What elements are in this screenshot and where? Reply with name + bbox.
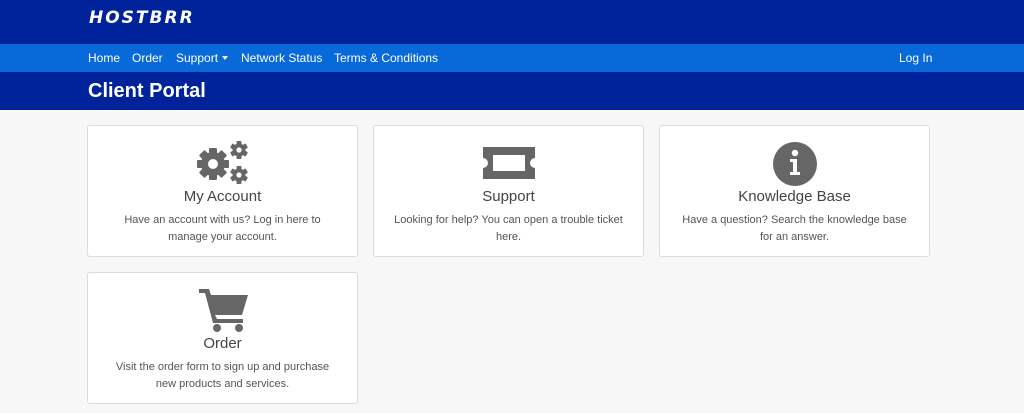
page-title-bar: Client Portal — [0, 72, 1024, 110]
card-description: Have a question? Search the knowledge ba… — [682, 214, 907, 243]
nav-network-status-link[interactable]: Network Status — [241, 51, 322, 65]
shopping-cart-icon — [198, 289, 248, 332]
card-title: Support — [482, 188, 535, 205]
site-logo[interactable]: HOSTBRR — [89, 8, 195, 28]
info-circle-icon — [772, 142, 817, 186]
page-title: Client Portal — [88, 80, 206, 102]
card-description: Visit the order form to sign up and purc… — [115, 361, 330, 390]
main-navbar: Home Order Support Network Status Terms … — [0, 44, 1024, 72]
ticket-icon — [482, 147, 535, 179]
card-title: Order — [203, 335, 242, 352]
card-title: My Account — [183, 188, 262, 205]
card-description: Have an account with us? Log in here to … — [124, 214, 321, 243]
card-title: Knowledge Base — [738, 188, 851, 205]
nav-terms-link[interactable]: Terms & Conditions — [334, 51, 438, 65]
nav-support-dropdown[interactable]: Support — [176, 51, 229, 65]
gears-icon — [196, 141, 248, 184]
my-account-card[interactable]: My Account Have an account with us? Log … — [87, 125, 358, 257]
card-description: Looking for help? You can open a trouble… — [394, 214, 623, 243]
order-card[interactable]: Order Visit the order form to sign up an… — [87, 272, 358, 404]
caret-down-icon — [222, 56, 229, 60]
support-card[interactable]: Support Looking for help? You can open a… — [373, 125, 644, 257]
nav-home-link[interactable]: Home — [88, 51, 120, 65]
nav-support-label: Support — [176, 51, 219, 65]
top-header: HOSTBRR — [0, 0, 1024, 44]
nav-order-link[interactable]: Order — [132, 51, 163, 65]
nav-login-link[interactable]: Log In — [899, 51, 932, 65]
knowledge-base-card[interactable]: Knowledge Base Have a question? Search t… — [659, 125, 930, 257]
